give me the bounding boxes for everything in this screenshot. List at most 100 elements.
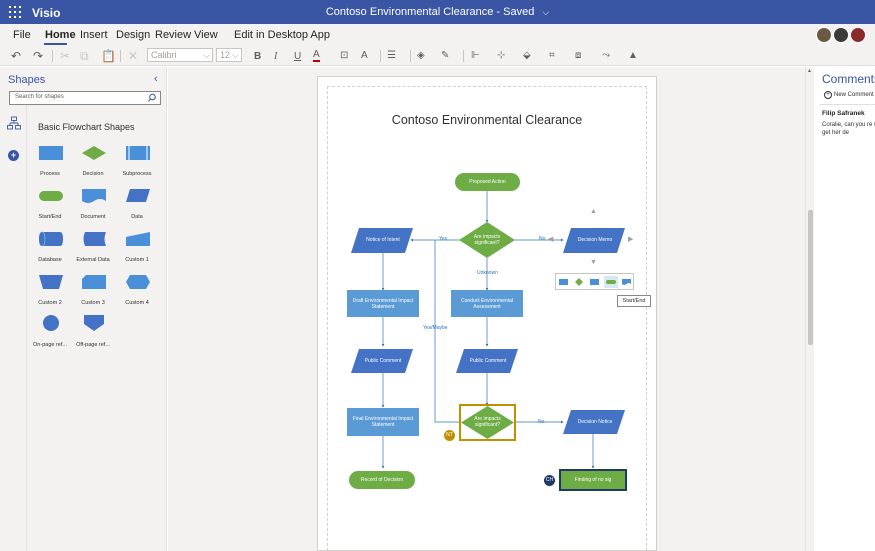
shape-label: Custom 4 [125,300,149,306]
chevron-down-icon[interactable]: ⌵ [542,7,549,17]
add-shape-right-arrow-icon[interactable]: ▶ [628,235,633,243]
node-label: Record of Decision [360,477,404,483]
collapse-panel-icon[interactable]: ‹ [154,73,158,85]
connector-icon[interactable]: ⌗ [549,49,555,63]
node-conduct-environmental-assessment[interactable]: Conduct Environmental Assessment [451,290,523,317]
avatar[interactable] [816,27,832,43]
menu-design[interactable]: Design [116,29,150,41]
menu-file[interactable]: File [13,29,31,41]
node-record-of-decision[interactable]: Record of Decision [349,471,415,489]
position-icon[interactable]: ⊹ [497,49,505,63]
collaborator-badge[interactable]: NT [444,430,455,441]
fill-icon[interactable]: ◈ [417,49,425,63]
vertical-scrollbar[interactable]: ▲ [805,67,814,551]
node-label: Proposed Action [469,179,506,185]
menu-home[interactable]: Home [45,29,76,41]
edge-label-yes-maybe: Yes/Maybe [423,325,448,331]
shape-custom-4[interactable]: Custom 4 [125,272,169,310]
menu-insert[interactable]: Insert [80,29,108,41]
new-comment-button[interactable]: + New Comment [824,91,874,99]
avatar[interactable] [833,27,849,43]
shape-style-icon[interactable]: ⬙ [523,49,531,63]
scroll-up-icon[interactable]: ▲ [807,68,812,74]
search-icon[interactable] [147,93,157,103]
node-draft-environmental-impact-statement[interactable]: Draft Environmental Impact Statement [347,290,419,317]
shape-label: Start/End [38,214,62,220]
align-icon[interactable]: ☰ [387,49,396,63]
comment-body[interactable]: Coralie, can you re want to get her de [822,121,875,137]
node-proposed-action[interactable]: Proposed Action [455,173,520,191]
redo-icon[interactable]: ↷ [33,49,43,63]
subprocess-shape-icon [126,146,150,160]
shape-label: Data [131,214,143,220]
text-box-icon[interactable]: ⊡ [340,49,348,63]
node-finding-of-no-significant-impact[interactable]: Finding of no sig [561,471,625,489]
shape-label: Custom 1 [125,257,149,263]
menu-review[interactable]: Review [155,29,191,41]
collaborator-badge[interactable]: CH [544,475,555,486]
add-stencil-icon[interactable]: + [8,150,19,161]
node-label: Public Comment [364,358,402,364]
add-shape-down-arrow-icon[interactable]: ▼ [590,259,597,266]
add-shape-up-arrow-icon[interactable]: ▲ [590,208,597,215]
underline-button[interactable]: U [294,50,301,64]
quick-shape-subprocess[interactable] [590,279,599,285]
document-title[interactable]: Contoso Environmental Clearance - Saved ⌵ [0,6,875,18]
menu-edit-in-desktop-app[interactable]: Edit in Desktop App [234,29,330,41]
stencil-rail [0,99,27,551]
font-name-value: Calibri [151,50,177,60]
scrollbar-thumb[interactable] [808,210,813,345]
shape-custom-1[interactable]: Custom 1 [125,229,169,267]
process-shape-icon [39,146,63,160]
bold-button[interactable]: B [254,50,261,64]
group-icon[interactable]: ⧈ [575,49,581,63]
shape-label: Database [38,257,62,263]
shape-label: Custom 3 [81,300,105,306]
shape-label: Off-page ref... [76,342,110,348]
edge-label-no: No [539,236,546,242]
shape-subprocess[interactable]: Subprocess [122,143,169,181]
node-label: Notice of Intent [366,237,400,243]
font-size-select[interactable]: 12 ⌵ [216,48,242,62]
on-page-reference-shape-icon [43,315,59,331]
stencil-tree-icon[interactable] [7,116,21,130]
avatar[interactable] [850,27,866,43]
divider [380,50,381,62]
node-final-environmental-impact-statement[interactable]: Final Environmental Impact Statement [347,408,419,436]
find-icon[interactable]: ▲ [628,49,638,63]
shape-label: Process [40,171,60,177]
undo-icon[interactable]: ↶ [11,49,21,63]
node-label: Public Comment [469,358,507,364]
shape-data[interactable]: Data [125,186,169,224]
edge-label-yes: Yes [439,236,448,242]
quick-shape-document[interactable] [622,279,631,285]
chevron-down-icon: ⌵ [203,50,210,60]
line-style-icon[interactable]: ⤳ [602,49,610,63]
quick-shape-process[interactable] [559,279,568,285]
add-shape-left-arrow-icon[interactable]: ◀ [548,235,553,243]
copy-icon[interactable]: ⧉ [80,49,89,63]
shape-off-page-reference[interactable]: Off-page ref... [76,314,125,352]
quick-shapes-toolbar [555,273,634,290]
add-icon: + [824,91,832,99]
divider [463,50,464,62]
font-name-select[interactable]: Calibri ⌵ [147,48,213,62]
italic-button[interactable]: I [274,50,277,64]
shape-search-input[interactable]: Search for shapes [9,91,161,105]
menu-view[interactable]: View [194,29,218,41]
quick-shape-decision[interactable] [575,278,583,286]
node-label: Are impacts significant? [474,416,501,428]
arrange-icon[interactable]: ⊩ [471,49,480,63]
diagram-title[interactable]: Contoso Environmental Clearance [327,113,647,127]
line-color-icon[interactable]: ✎ [441,49,449,63]
grow-font-button[interactable]: A [361,49,368,63]
paste-icon[interactable]: 📋 [101,49,116,63]
edge-label-no: No [538,419,545,425]
font-color-button[interactable]: A [313,49,320,62]
connector[interactable] [434,240,460,423]
node-label: Decision Notice [577,419,613,425]
quick-shape-start-end[interactable] [606,280,616,284]
delete-icon[interactable]: ✕ [128,49,138,63]
database-shape-icon [39,231,63,247]
cut-icon[interactable]: ✂ [60,49,70,63]
